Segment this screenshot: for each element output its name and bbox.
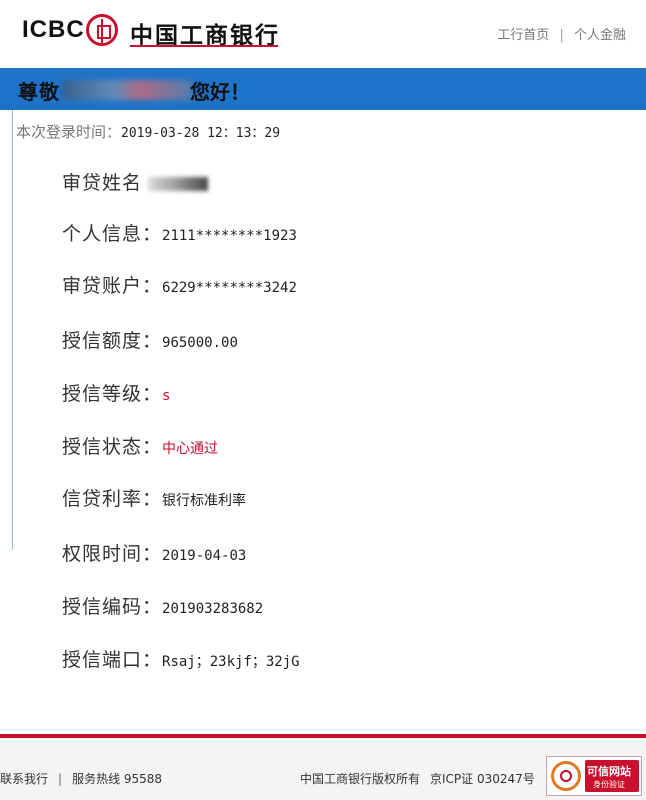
info-value: 中心通过	[162, 441, 219, 457]
footer-separator: |	[58, 772, 63, 786]
info-label: 授信额度：	[62, 330, 163, 352]
info-value: Rsaj；23kjf；32jG	[162, 654, 300, 670]
info-label: 授信等级：	[62, 383, 163, 405]
info-label: 审贷账户：	[62, 275, 163, 297]
trust-seal-icon	[551, 761, 581, 791]
info-label: 授信状态：	[62, 436, 163, 458]
top-links: 工行首页 | 个人金融	[497, 24, 626, 43]
info-row-account: 审贷账户：6229********3242	[62, 271, 297, 298]
trusted-site-badge[interactable]: 可信网站 身份验证	[546, 756, 642, 796]
login-time: 本次登录时间：2019-03-28 12：13：29	[16, 121, 280, 142]
info-row-permission-time: 权限时间：2019-04-03	[62, 539, 246, 566]
link-personal-finance[interactable]: 个人金融	[574, 28, 626, 43]
info-label: 审贷姓名	[62, 172, 143, 194]
info-label: 信贷利率：	[62, 488, 163, 510]
info-row-credit-status: 授信状态：中心通过	[62, 432, 218, 459]
info-value: s	[162, 388, 171, 404]
bank-name-underline	[130, 45, 278, 47]
welcome-prefix: 尊敬	[18, 80, 60, 104]
info-row-credit-amount: 授信额度：965000.00	[62, 326, 238, 353]
info-value: 2019-04-03	[162, 548, 247, 564]
footer: 联系我行 | 服务热线 95588 中国工商银行版权所有 京ICP证 030247号 …	[0, 738, 646, 800]
info-row-credit-port: 授信端口：Rsaj；23kjf；32jG	[62, 645, 300, 672]
login-time-value: 2019-03-28 12：13：29	[121, 126, 281, 141]
info-value: 965000.00	[162, 335, 238, 351]
info-label: 个人信息：	[62, 223, 163, 245]
footer-left: 联系我行 | 服务热线 95588	[0, 770, 162, 787]
info-label: 授信端口：	[62, 649, 163, 671]
info-value: 银行标准利率	[162, 493, 247, 509]
login-time-label: 本次登录时间：	[16, 123, 122, 141]
badge-title: 可信网站	[587, 765, 631, 778]
header: ICBC 中国工商银行 工行首页 | 个人金融	[0, 0, 646, 68]
left-border-line	[12, 110, 13, 550]
info-label: 授信编码：	[62, 596, 163, 618]
info-row-credit-code: 授信编码：201903283682	[62, 592, 263, 619]
icp-link[interactable]: 京ICP证 030247号	[430, 772, 535, 786]
welcome-suffix: 您好！	[190, 80, 250, 104]
icbc-logo-icon[interactable]	[86, 14, 118, 46]
info-row-name: 审贷姓名	[62, 168, 209, 195]
redacted-name-blur	[148, 176, 209, 191]
info-row-credit-level: 授信等级：s	[62, 379, 170, 406]
welcome-bar: 尊敬 您好！	[0, 68, 646, 110]
icbc-logo-text[interactable]: ICBC	[22, 16, 85, 44]
info-value: 201903283682	[162, 601, 264, 617]
link-contact-us[interactable]: 联系我行	[0, 772, 48, 786]
info-row-interest-rate: 信贷利率：银行标准利率	[62, 484, 246, 511]
link-separator: |	[559, 28, 564, 43]
info-row-personal: 个人信息：2111********1923	[62, 219, 297, 246]
info-label: 权限时间：	[62, 543, 163, 565]
badge-subtitle: 身份验证	[593, 780, 625, 789]
redacted-name-blur	[62, 80, 192, 100]
info-value: 2111********1923	[162, 228, 297, 244]
hotline-text: 服务热线 95588	[72, 772, 163, 786]
info-value: 6229********3242	[162, 280, 297, 296]
footer-copyright: 中国工商银行版权所有 京ICP证 030247号	[300, 770, 545, 787]
copyright-text: 中国工商银行版权所有	[300, 772, 421, 786]
link-icbc-home[interactable]: 工行首页	[497, 28, 549, 43]
